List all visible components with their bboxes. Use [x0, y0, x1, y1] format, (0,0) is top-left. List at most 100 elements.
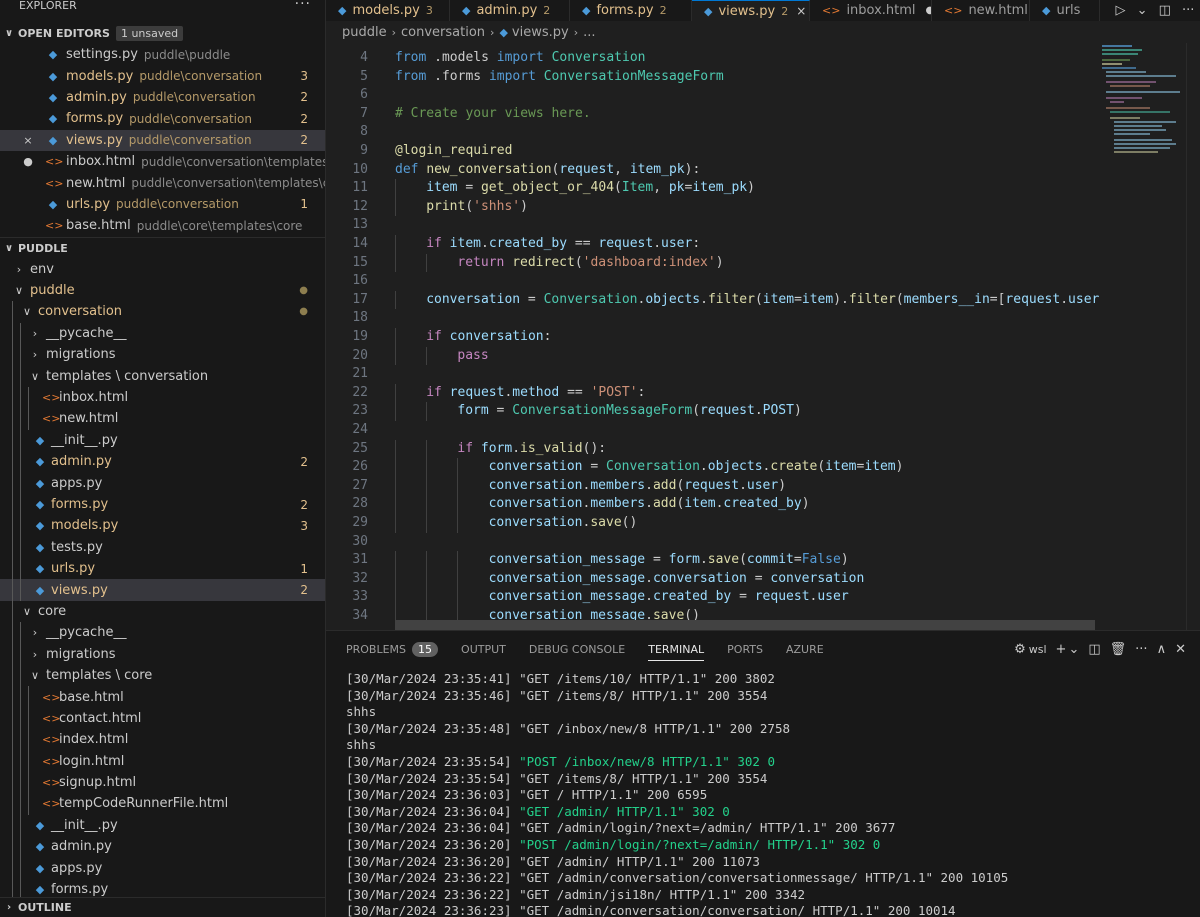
file-item[interactable]: ◆ __init__.py [0, 814, 325, 837]
file-item[interactable]: ◆ forms.py 2 [0, 493, 325, 516]
panel-tab[interactable]: AZURE [786, 631, 824, 667]
open-editor-item[interactable]: ● <> inbox.html puddle\conversation\templat… [0, 151, 325, 172]
folder-item[interactable]: › migrations [0, 643, 325, 665]
open-editor-item[interactable]: <> new.html puddle\conversation\templates\… [0, 172, 325, 193]
open-editor-item[interactable]: ◆ forms.py puddle\conversation 2 [0, 108, 325, 129]
editor-tab[interactable]: ◆ urls [1030, 0, 1100, 21]
chevron-down-icon[interactable]: ⌄ [1137, 3, 1148, 18]
open-editor-item[interactable]: ◆ admin.py puddle\conversation 2 [0, 87, 325, 108]
chevron-down-icon[interactable]: ∨ [28, 669, 42, 682]
indent-guide [12, 301, 13, 323]
folder-item[interactable]: › migrations [0, 344, 325, 366]
code-token: . [645, 570, 653, 586]
explorer-more-actions-icon[interactable]: ··· [295, 0, 311, 11]
open-editor-item[interactable]: ◆ settings.py puddle\puddle [0, 44, 325, 65]
folder-item[interactable]: › env [0, 259, 325, 280]
more-actions-icon[interactable]: ··· [1182, 3, 1194, 18]
folder-item[interactable]: › __pycache__ [0, 622, 325, 644]
file-item[interactable]: ◆ __init__.py [0, 429, 325, 452]
file-item[interactable]: <> tempCodeRunnerFile.html [0, 793, 325, 815]
unsaved-dot-icon[interactable]: ● [23, 155, 33, 168]
breadcrumb-item[interactable]: puddle [342, 25, 387, 40]
folder-item[interactable]: ∨ core [0, 600, 325, 623]
editor-tab[interactable]: <>inbox.html● [810, 0, 932, 21]
editor-tab[interactable]: ◆ admin.py 2 [450, 0, 570, 21]
close-icon[interactable]: × [23, 134, 33, 147]
indent-guide [395, 476, 396, 496]
close-panel-icon[interactable]: ✕ [1175, 642, 1186, 657]
file-item[interactable]: ◆ admin.py 2 [0, 451, 325, 473]
chevron-right-icon[interactable]: › [12, 263, 26, 276]
folder-item[interactable]: ∨ puddle ● [0, 280, 325, 301]
close-icon[interactable]: × [796, 4, 806, 18]
file-item[interactable]: ◆ views.py 2 [0, 579, 325, 601]
chevron-right-icon[interactable]: › [28, 327, 42, 340]
file-item[interactable]: <> index.html [0, 729, 325, 751]
chevron-right-icon[interactable]: › [28, 348, 42, 361]
file-item[interactable]: <> contact.html [0, 707, 325, 730]
chevron-right-icon[interactable]: › [28, 648, 42, 661]
editor-tab[interactable]: ◆ forms.py 2 [570, 0, 692, 21]
folder-item[interactable]: › __pycache__ [0, 322, 325, 345]
file-item[interactable]: <> new.html [0, 408, 325, 430]
breadcrumb-item[interactable]: ... [583, 25, 595, 40]
editor-tab[interactable]: <> new.html [932, 0, 1030, 21]
open-editors-header[interactable]: ∨ OPEN EDITORS 1 unsaved [0, 22, 325, 44]
chevron-down-icon[interactable]: ∨ [20, 305, 34, 318]
chevron-down-icon[interactable]: ∨ [20, 605, 34, 618]
code-editor[interactable]: 4 from .models import Conversation 5 from .… [326, 43, 1200, 630]
breadcrumb-item[interactable]: views.py [512, 25, 569, 40]
split-terminal-icon[interactable]: ◫ [1088, 642, 1100, 657]
terminal-name[interactable]: wsl [1029, 643, 1047, 656]
open-editor-item[interactable]: × ◆ views.py puddle\conversation 2 [0, 129, 325, 151]
folder-item[interactable]: ∨ templates \ core [0, 664, 325, 687]
panel-tab[interactable]: DEBUG CONSOLE [529, 631, 625, 667]
code-token: ) [778, 477, 787, 493]
editor-tab[interactable]: ◆ models.py 3 [326, 0, 450, 21]
panel-tab[interactable]: TERMINAL [648, 631, 704, 667]
panel-tab[interactable]: PORTS [727, 631, 763, 667]
panel-tab[interactable]: OUTPUT [461, 631, 506, 667]
code-token: == [567, 236, 599, 251]
file-item[interactable]: ◆ admin.py [0, 836, 325, 858]
folder-item[interactable]: ∨ templates \ conversation [0, 365, 325, 387]
run-icon[interactable]: ▷ [1116, 3, 1126, 18]
indent-guide [395, 439, 396, 459]
file-item[interactable]: <> inbox.html [0, 386, 325, 409]
trash-icon[interactable]: 🗑 [1110, 642, 1127, 657]
folder-item[interactable]: ∨ conversation ● [0, 301, 325, 323]
workspace-header[interactable]: ∨ PUDDLE [0, 236, 325, 259]
panel-tab[interactable]: PROBLEMS 15 [346, 631, 439, 667]
file-item[interactable]: ◆ apps.py [0, 472, 325, 494]
file-item[interactable]: ◆ urls.py 1 [0, 557, 325, 580]
open-editor-item[interactable]: ◆ urls.py puddle\conversation 1 [0, 194, 325, 215]
file-item[interactable]: <> base.html [0, 686, 325, 708]
file-item[interactable]: <> login.html [0, 750, 325, 772]
editor-tab[interactable]: ◆ views.py 2 × [692, 0, 810, 21]
chevron-down-icon[interactable]: ⌄ [1068, 642, 1079, 657]
vertical-scrollbar[interactable] [1186, 43, 1200, 630]
chevron-right-icon[interactable]: › [28, 626, 42, 639]
open-editor-item[interactable]: ◆ models.py puddle\conversation 3 [0, 65, 325, 86]
minimap[interactable] [1100, 43, 1186, 163]
open-editor-item[interactable]: <> base.html puddle\core\templates\core [0, 215, 325, 236]
file-item[interactable]: ◆ tests.py [0, 536, 325, 558]
split-editor-icon[interactable]: ◫ [1159, 3, 1171, 18]
code-token: conversation [488, 459, 583, 475]
breadcrumb-item[interactable]: conversation [401, 25, 485, 40]
outline-header[interactable]: › OUTLINE [0, 897, 325, 917]
horizontal-scrollbar[interactable] [395, 620, 1095, 630]
file-item[interactable]: ◆ apps.py [0, 857, 325, 879]
terminal-profile-icon[interactable]: ⚙ [1014, 642, 1026, 657]
terminal-output[interactable]: [30/Mar/2024 23:35:41] "GET /items/10/ H… [346, 671, 1196, 917]
chevron-down-icon[interactable]: ∨ [12, 284, 26, 297]
more-actions-icon[interactable]: ··· [1135, 642, 1147, 657]
chevron-down-icon[interactable]: ∨ [28, 370, 42, 383]
code-token: . [700, 291, 708, 307]
maximize-panel-icon[interactable]: ∧ [1157, 642, 1167, 657]
terminal-text: [30/Mar/2024 23:36:22] "GET /admin/conve… [346, 870, 1009, 886]
new-terminal-icon[interactable]: + [1056, 642, 1067, 657]
unsaved-badge: 1 unsaved [115, 25, 184, 41]
file-item[interactable]: ◆ models.py 3 [0, 515, 325, 537]
file-item[interactable]: <> signup.html [0, 771, 325, 794]
